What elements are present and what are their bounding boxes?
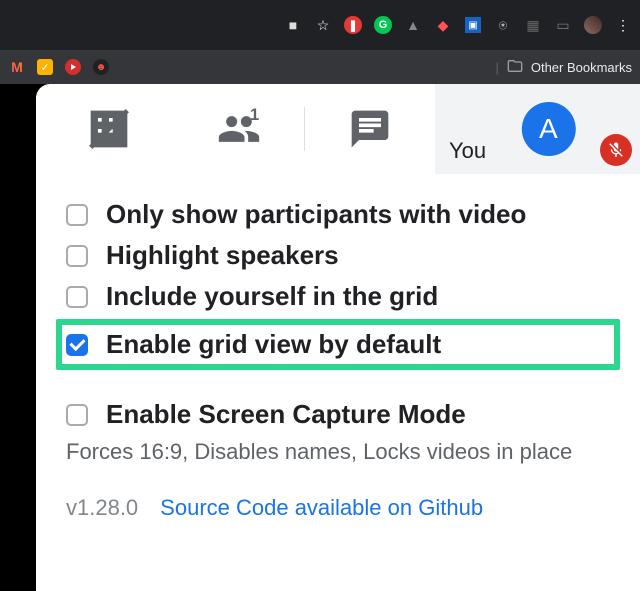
self-video-tile[interactable]: A You	[435, 84, 640, 174]
drive-icon[interactable]: ▲	[404, 16, 422, 34]
bookmark-icon-3[interactable]	[64, 58, 82, 76]
chrome-toolbar: ■ ☆ ❚ G ▲ ◆ ▣ ⍟ ▦ ▭ ⋮	[0, 0, 640, 50]
bookmark-icon-4[interactable]: ☻	[92, 58, 110, 76]
option-highlight-speakers: Highlight speakers	[66, 235, 620, 276]
bookmarks-divider: |	[495, 60, 498, 75]
ext-icon-3[interactable]: ◆	[434, 16, 452, 34]
version-label: v1.28.0	[66, 495, 138, 521]
screen-capture-description: Forces 16:9, Disables names, Locks video…	[66, 435, 620, 465]
camera-icon[interactable]: ■	[284, 16, 302, 34]
star-icon[interactable]: ☆	[314, 16, 332, 34]
ext-icon-2[interactable]: G	[374, 16, 392, 34]
panel-footer: v1.28.0 Source Code available on Github	[66, 465, 620, 521]
bookmarks-bar: M ✓ ☻ | Other Bookmarks	[0, 50, 640, 84]
checkbox-highlight-speakers[interactable]	[66, 245, 88, 267]
panel-tabs: 1 A You	[36, 84, 640, 174]
ext-icon-1[interactable]: ❚	[344, 16, 362, 34]
avatar: A	[521, 102, 575, 156]
ext-icon-6[interactable]: ▭	[554, 16, 572, 34]
bookmark-icon-2[interactable]: ✓	[36, 58, 54, 76]
extension-panel: 1 A You Only show participants with vide…	[36, 84, 640, 591]
option-screen-capture: Enable Screen Capture Mode	[66, 394, 620, 435]
source-link[interactable]: Source Code available on Github	[160, 495, 483, 521]
tab-people[interactable]: 1	[174, 84, 304, 174]
tab-chat[interactable]	[305, 84, 435, 174]
option-label: Include yourself in the grid	[106, 281, 438, 312]
checkbox-include-self[interactable]	[66, 286, 88, 308]
you-label: You	[449, 138, 486, 164]
svg-text:1: 1	[250, 107, 259, 124]
ext-icon-4[interactable]: ▣	[464, 16, 482, 34]
option-include-self: Include yourself in the grid	[66, 276, 620, 317]
apps-icon[interactable]: ▦	[524, 16, 542, 34]
option-label: Only show participants with video	[106, 199, 526, 230]
checkbox-screen-capture[interactable]	[66, 404, 88, 426]
bookmark-icon-1[interactable]: M	[8, 58, 26, 76]
folder-icon	[507, 58, 523, 77]
option-enable-grid-default: Enable grid view by default	[56, 319, 620, 370]
checkbox-only-video[interactable]	[66, 204, 88, 226]
tab-grid[interactable]	[44, 84, 174, 174]
profile-icon[interactable]	[584, 16, 602, 34]
option-label: Enable grid view by default	[106, 329, 441, 360]
option-only-video: Only show participants with video	[66, 194, 620, 235]
mic-muted-icon[interactable]	[600, 134, 632, 166]
chrome-menu-icon[interactable]: ⋮	[614, 16, 632, 34]
ext-icon-5[interactable]: ⍟	[494, 16, 512, 34]
options-list: Only show participants with video Highli…	[36, 174, 640, 521]
option-label: Enable Screen Capture Mode	[106, 399, 466, 430]
option-label: Highlight speakers	[106, 240, 339, 271]
other-bookmarks-label[interactable]: Other Bookmarks	[531, 60, 632, 75]
checkbox-enable-grid-default[interactable]	[66, 334, 88, 356]
